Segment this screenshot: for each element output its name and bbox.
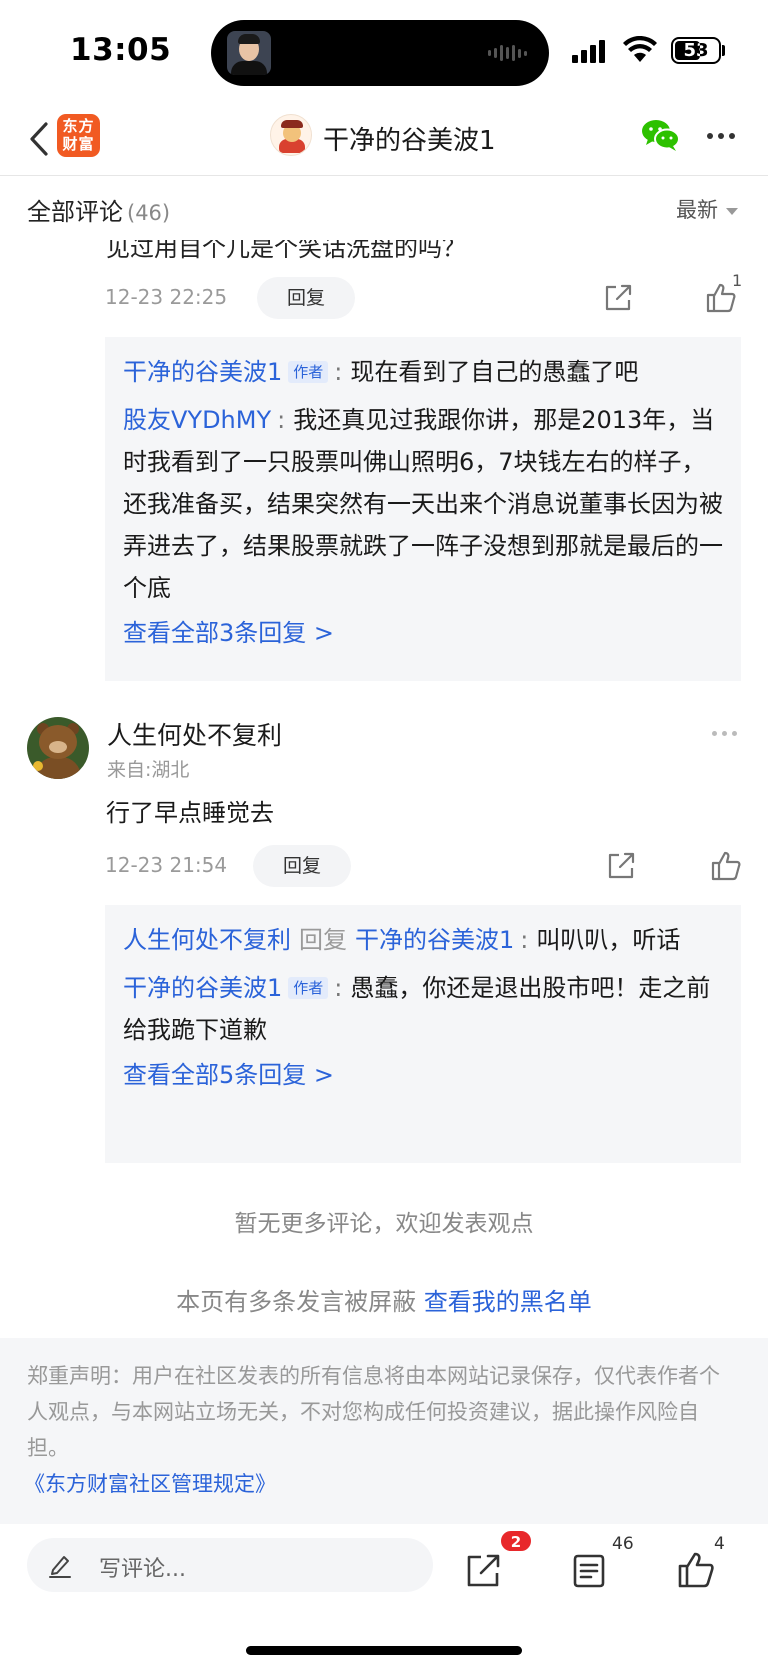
disclaimer: 郑重声明：用户在社区发表的所有信息将由本网站记录保存，仅代表作者个人观点，与本网… xyxy=(0,1338,768,1524)
reply-author[interactable]: 干净的谷美波1 xyxy=(123,974,282,1002)
caret-down-icon xyxy=(726,207,738,215)
author-badge: 作者 xyxy=(288,977,329,999)
comment-count: 46 xyxy=(612,1534,634,1554)
wechat-icon[interactable] xyxy=(641,117,681,153)
view-all-replies-link[interactable]: 查看全部5条回复 > xyxy=(123,1053,723,1097)
sort-dropdown[interactable]: 最新 xyxy=(676,194,738,224)
wifi-icon xyxy=(623,36,657,62)
comment-more-icon[interactable] xyxy=(712,731,737,736)
blocked-notice: 本页有多条发言被屏蔽 查看我的黑名单 xyxy=(0,1282,768,1317)
share-badge: 2 xyxy=(500,1530,532,1552)
comment-text: 行了早点睡觉去 xyxy=(106,799,274,827)
like-count: 4 xyxy=(714,1534,725,1554)
comments-title-text: 全部评论 xyxy=(27,198,123,226)
disclaimer-text: 郑重声明：用户在社区发表的所有信息将由本网站记录保存，仅代表作者个人观点，与本网… xyxy=(27,1364,720,1460)
reply-button[interactable]: 回复 xyxy=(257,277,355,319)
status-time: 13:05 xyxy=(70,32,172,68)
app-logo[interactable]: 东方财富 xyxy=(57,114,100,157)
blocked-text: 本页有多条发言被屏蔽 xyxy=(176,1288,417,1316)
dynamic-island xyxy=(211,20,549,86)
comments-header: 全部评论 (46) 最新 xyxy=(0,176,768,240)
comment-time: 12-23 21:54 xyxy=(105,853,228,877)
commenter-name[interactable]: 人生何处不复利 xyxy=(107,716,282,752)
share-icon[interactable] xyxy=(606,851,636,881)
like-icon[interactable] xyxy=(710,850,742,882)
battery-icon: 53 xyxy=(671,37,721,64)
home-indicator xyxy=(246,1646,522,1655)
like-count: 1 xyxy=(732,271,743,290)
share-icon[interactable] xyxy=(603,283,633,313)
commenter-avatar[interactable] xyxy=(27,717,89,779)
comments-count: (46) xyxy=(127,201,171,225)
battery-level: 53 xyxy=(683,40,709,61)
bottom-action-bar: 写评论... 2 46 4 xyxy=(0,1524,768,1665)
comment-placeholder: 写评论... xyxy=(99,1557,186,1582)
audio-wave-icon xyxy=(488,44,527,62)
comments-title: 全部评论 (46) xyxy=(27,192,170,227)
reply-author[interactable]: 人生何处不复利 xyxy=(123,926,291,954)
comment-meta: 12-23 22:25 回复 1 xyxy=(105,271,745,319)
comment-time: 12-23 22:25 xyxy=(105,285,228,309)
community-rules-link[interactable]: 《东方财富社区管理规定》 xyxy=(24,1466,740,1502)
comment-list-icon[interactable] xyxy=(570,1552,608,1590)
like-icon[interactable] xyxy=(677,1551,715,1589)
reply-author[interactable]: 股友VYDhMY xyxy=(123,406,271,434)
reply-box: 人生何处不复利 回复 干净的谷美波1: 叫叭叭，听话 干净的谷美波1 作者: 愚蠢，你还是… xyxy=(105,905,741,1163)
reply-item: 人生何处不复利 回复 干净的谷美波1: 叫叭叭，听话 xyxy=(123,926,681,954)
sort-label: 最新 xyxy=(676,198,718,222)
pen-icon xyxy=(49,1556,71,1578)
reply-text: 叫叭叭，听话 xyxy=(536,926,681,954)
more-icon[interactable] xyxy=(707,133,739,141)
commenter-location: 来自:湖北 xyxy=(107,759,190,781)
cellular-signal-icon xyxy=(572,40,605,63)
reply-box: 干净的谷美波1 作者: 现在看到了自己的愚蠢了吧 股友VYDhMY: 我还真见过我跟你… xyxy=(105,337,741,681)
reply-text: 我还真见过我跟你讲，那是2013年，当时我看到了一只股票叫佛山照明6，7块钱左右… xyxy=(123,406,723,602)
reply-target[interactable]: 干净的谷美波1 xyxy=(355,926,514,954)
comment-input[interactable]: 写评论... xyxy=(27,1538,433,1592)
live-activity-avatar xyxy=(227,31,271,75)
reply-word: 回复 xyxy=(299,926,347,954)
back-icon[interactable] xyxy=(26,120,54,158)
reply-item: 干净的谷美波1 作者: 愚蠢，你还是退出股市吧！走之前给我跪下道歉 xyxy=(123,974,711,1044)
share-icon[interactable] xyxy=(464,1552,502,1590)
reply-text: 现在看到了自己的愚蠢了吧 xyxy=(350,358,639,386)
reply-item: 股友VYDhMY: 我还真见过我跟你讲，那是2013年，当时我看到了一只股票叫佛山… xyxy=(123,406,723,602)
reply-item: 干净的谷美波1 作者: 现在看到了自己的愚蠢了吧 xyxy=(123,358,639,386)
status-bar: 13:05 53 xyxy=(0,0,768,100)
page-title: 干净的谷美波1 xyxy=(323,126,496,156)
no-more-comments: 暂无更多评论，欢迎发表观点 xyxy=(234,1211,534,1237)
reply-button[interactable]: 回复 xyxy=(253,845,351,887)
author-badge: 作者 xyxy=(288,361,329,383)
author-avatar[interactable] xyxy=(270,114,312,156)
reply-author[interactable]: 干净的谷美波1 xyxy=(123,358,282,386)
view-all-replies-link[interactable]: 查看全部3条回复 > xyxy=(123,611,723,655)
blacklist-link[interactable]: 查看我的黑名单 xyxy=(424,1288,592,1316)
navigation-bar: 东方财富 干净的谷美波1 xyxy=(0,100,768,176)
comment-meta: 12-23 21:54 回复 xyxy=(105,845,745,887)
